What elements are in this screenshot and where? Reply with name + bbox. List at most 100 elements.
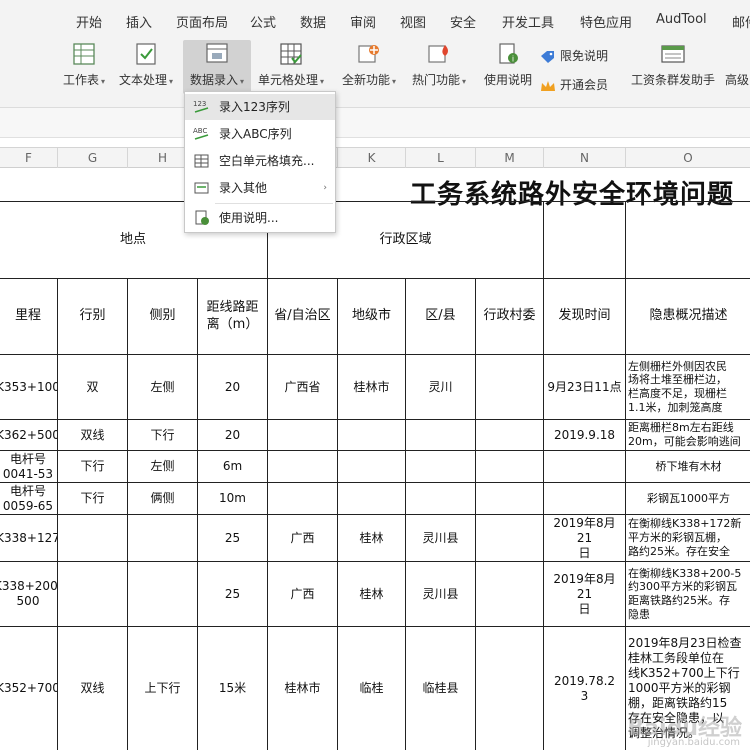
table-cell[interactable] xyxy=(128,515,198,562)
table-cell[interactable] xyxy=(268,451,338,483)
table-cell[interactable]: 双线 xyxy=(58,420,128,451)
tab-view[interactable]: 视图 xyxy=(400,12,426,31)
table-cell[interactable]: 双 xyxy=(58,355,128,420)
table-cell[interactable]: 灵川县 xyxy=(406,562,476,627)
table-cell[interactable]: 在衡柳线K338+200-5 约300平方米的彩钢瓦 距离铁路约25米。存 隐患 xyxy=(626,562,750,627)
table-cell[interactable] xyxy=(476,355,544,420)
header-distance[interactable]: 距线路距 离（m） xyxy=(198,279,268,355)
table-cell[interactable]: 上下行 xyxy=(128,627,198,750)
table-cell[interactable] xyxy=(338,483,406,515)
advanced-button[interactable]: 高级 xyxy=(722,40,750,94)
table-cell[interactable] xyxy=(128,562,198,627)
table-cell[interactable]: 桂林市 xyxy=(338,355,406,420)
header-hazard-desc[interactable]: 隐患概况描述 xyxy=(626,279,750,355)
tab-formula[interactable]: 公式 xyxy=(250,12,276,31)
table-cell[interactable] xyxy=(338,420,406,451)
table-cell[interactable]: K352+700 xyxy=(0,627,58,750)
table-cell[interactable] xyxy=(476,627,544,750)
table-cell[interactable]: K362+500 xyxy=(0,420,58,451)
table-cell[interactable]: 广西 xyxy=(268,562,338,627)
header-village[interactable]: 行政村委 xyxy=(476,279,544,355)
header-city[interactable]: 地级市 xyxy=(338,279,406,355)
disclaimer-link[interactable]: 限免说明 xyxy=(540,47,608,64)
table-cell[interactable]: 10m xyxy=(198,483,268,515)
table-cell[interactable] xyxy=(58,515,128,562)
header-county[interactable]: 区/县 xyxy=(406,279,476,355)
header-province[interactable]: 省/自治区 xyxy=(268,279,338,355)
table-cell[interactable] xyxy=(406,451,476,483)
table-cell[interactable] xyxy=(476,451,544,483)
menu-item-enter-other[interactable]: 录入其他 › xyxy=(185,175,335,201)
table-cell[interactable]: 20 xyxy=(198,355,268,420)
formula-bar[interactable] xyxy=(0,108,750,138)
table-cell[interactable]: 广西省 xyxy=(268,355,338,420)
tab-review[interactable]: 审阅 xyxy=(350,12,376,31)
table-cell[interactable]: 15米 xyxy=(198,627,268,750)
table-cell[interactable]: K353+100 xyxy=(0,355,58,420)
tab-audtool[interactable]: AudTool xyxy=(656,12,707,27)
tab-insert[interactable]: 插入 xyxy=(126,12,152,31)
spreadsheet-grid[interactable]: 工务系统路外安全环境问题 地点 行政区域 里程 行别 侧别 距线路距 离（m） … xyxy=(0,168,750,750)
menu-item-usage-guide[interactable]: 使用说明... xyxy=(185,205,335,231)
table-cell[interactable]: 电杆号 0059-65 xyxy=(0,483,58,515)
table-cell[interactable]: 在衡柳线K338+172新 平方米的彩钢瓦棚， 路约25米。存在安全 xyxy=(626,515,750,562)
header-line[interactable]: 行别 xyxy=(58,279,128,355)
table-cell[interactable]: 左侧 xyxy=(128,355,198,420)
worksheet-button[interactable]: 工作表 ▾ xyxy=(58,40,110,94)
table-cell[interactable]: 左侧栅栏外侧因农民 场将土堆至栅栏边， 栏高度不足，现栅栏 1.1米，加刺笼高度 xyxy=(626,355,750,420)
table-cell[interactable]: 左侧 xyxy=(128,451,198,483)
table-cell[interactable]: 2019.9.18 xyxy=(544,420,626,451)
header-mileage[interactable]: 里程 xyxy=(0,279,58,355)
tab-developer[interactable]: 开发工具 xyxy=(502,12,554,31)
tab-special-apps[interactable]: 特色应用 xyxy=(580,12,632,31)
table-cell[interactable]: 20 xyxy=(198,420,268,451)
header-found-time[interactable]: 发现时间 xyxy=(544,279,626,355)
column-header[interactable]: L xyxy=(406,148,476,168)
tab-mail[interactable]: 邮件 xyxy=(732,12,750,31)
table-cell[interactable] xyxy=(268,420,338,451)
table-cell[interactable]: K338+200- 500 xyxy=(0,562,58,627)
table-cell[interactable]: 灵川 xyxy=(406,355,476,420)
header-side[interactable]: 侧别 xyxy=(128,279,198,355)
table-cell[interactable] xyxy=(338,451,406,483)
table-cell[interactable]: 25 xyxy=(198,562,268,627)
column-header[interactable]: O xyxy=(626,148,750,168)
table-cell[interactable]: 下行 xyxy=(128,420,198,451)
tab-page-layout[interactable]: 页面布局 xyxy=(176,12,228,31)
table-cell[interactable] xyxy=(268,483,338,515)
table-cell[interactable]: 临桂县 xyxy=(406,627,476,750)
menu-item-enter-abc-sequence[interactable]: ABC 录入ABC序列 xyxy=(185,121,335,147)
table-cell[interactable]: 下行 xyxy=(58,451,128,483)
table-cell[interactable] xyxy=(476,420,544,451)
table-cell[interactable]: 灵川县 xyxy=(406,515,476,562)
table-cell[interactable]: 广西 xyxy=(268,515,338,562)
column-header[interactable]: F xyxy=(0,148,58,168)
tab-home[interactable]: 开始 xyxy=(76,12,102,31)
table-cell[interactable]: 双线 xyxy=(58,627,128,750)
table-cell[interactable] xyxy=(544,451,626,483)
hot-features-button[interactable]: 热门功能 ▾ xyxy=(408,40,470,94)
column-header[interactable]: N xyxy=(544,148,626,168)
text-process-button[interactable]: 文本处理 ▾ xyxy=(114,40,178,94)
table-cell[interactable] xyxy=(58,562,128,627)
table-cell[interactable] xyxy=(476,483,544,515)
table-cell[interactable] xyxy=(544,483,626,515)
table-cell[interactable] xyxy=(476,562,544,627)
table-cell[interactable]: 桂林市 xyxy=(268,627,338,750)
cell-process-button[interactable]: 单元格处理 ▾ xyxy=(255,40,327,94)
column-header[interactable]: K xyxy=(338,148,406,168)
column-header[interactable]: M xyxy=(476,148,544,168)
table-cell[interactable]: 6m xyxy=(198,451,268,483)
table-cell[interactable]: 25 xyxy=(198,515,268,562)
table-cell[interactable] xyxy=(406,420,476,451)
menu-item-fill-blank-cells[interactable]: 空白单元格填充... xyxy=(185,148,335,174)
table-cell[interactable] xyxy=(476,515,544,562)
header-blank-cell[interactable] xyxy=(626,202,750,279)
open-member-link[interactable]: 开通会员 xyxy=(540,76,608,93)
data-entry-button[interactable]: 数据录入 ▾ xyxy=(183,40,251,94)
usage-guide-button[interactable]: i 使用说明 xyxy=(480,40,536,94)
table-cell[interactable]: 2019.78.2 3 xyxy=(544,627,626,750)
new-features-button[interactable]: 全新功能 ▾ xyxy=(338,40,400,94)
table-cell[interactable]: 桂林 xyxy=(338,562,406,627)
table-cell[interactable] xyxy=(406,483,476,515)
